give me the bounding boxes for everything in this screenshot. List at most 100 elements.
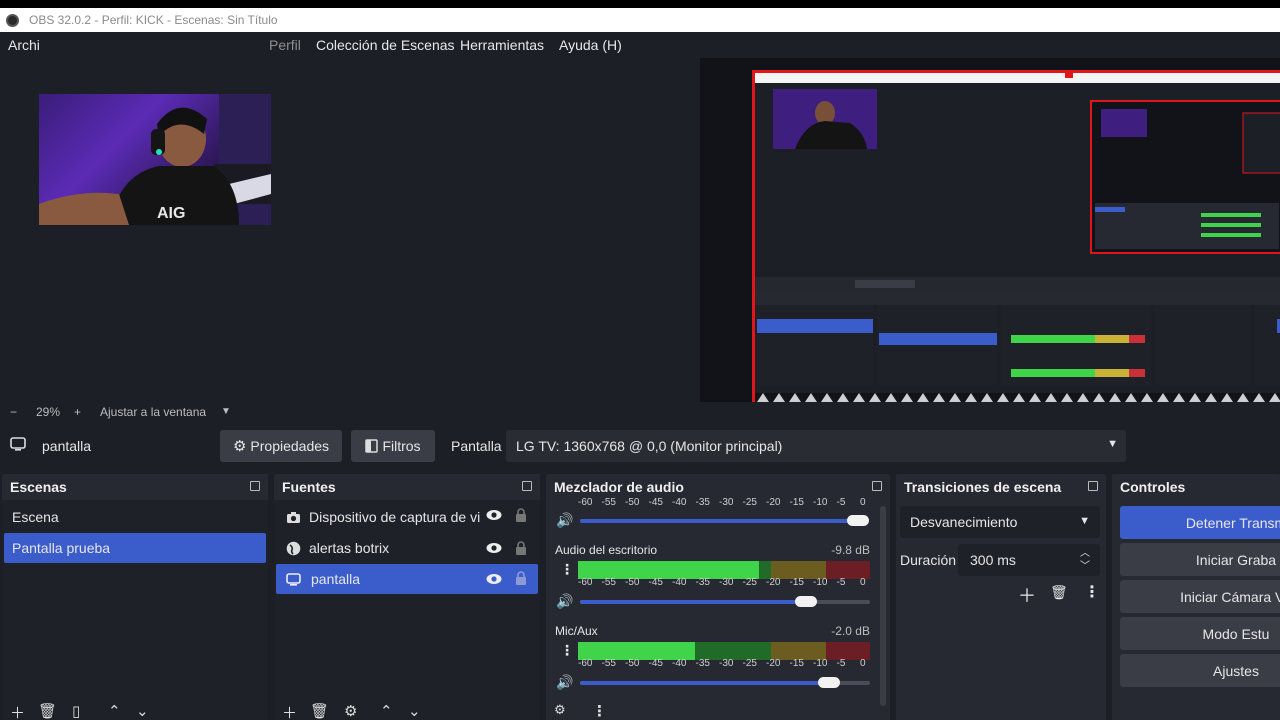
- speaker-icon[interactable]: 🔊: [556, 593, 573, 610]
- settings-button[interactable]: Ajustes: [1120, 654, 1280, 687]
- transition-menu-icon[interactable]: ⋮: [1084, 582, 1100, 602]
- volume-slider-fill: [580, 681, 830, 685]
- menu-tools[interactable]: Herramientas: [460, 37, 544, 53]
- meter-tick-label: -40: [672, 577, 687, 588]
- svg-text:AIG: AIG: [157, 205, 185, 222]
- trash-icon[interactable]: 🗑: [38, 702, 57, 720]
- source-item-label: alertas botrix: [309, 540, 390, 556]
- source-item[interactable]: alertas botrix: [276, 533, 538, 563]
- meter-tick-label: -45: [648, 497, 663, 508]
- meter-tick-label: -60: [578, 658, 593, 669]
- gear-icon[interactable]: ⚙: [344, 702, 357, 720]
- meter-tick-label: -20: [766, 658, 781, 669]
- volume-slider-knob[interactable]: [847, 515, 870, 526]
- move-up-icon[interactable]: ⌃: [380, 702, 393, 720]
- advanced-audio-icon[interactable]: ⚙: [554, 702, 566, 718]
- source-item-selected[interactable]: pantalla: [276, 564, 538, 594]
- scene-item[interactable]: Escena: [4, 502, 266, 532]
- stop-streaming-button[interactable]: Detener Transm: [1120, 506, 1280, 539]
- properties-button[interactable]: ⚙ Propiedades: [220, 430, 342, 462]
- meter-tick-label: -40: [672, 658, 687, 669]
- sources-dock-header: Fuentes: [274, 474, 540, 500]
- add-transition-icon[interactable]: ＋: [1018, 582, 1036, 608]
- eye-icon[interactable]: [486, 542, 502, 554]
- volume-slider-fill: [580, 519, 859, 523]
- scene-filters-icon[interactable]: ▯: [72, 702, 80, 720]
- undock-icon[interactable]: [1088, 481, 1098, 491]
- meter-tick-label: -30: [719, 497, 734, 508]
- trash-icon[interactable]: 🗑: [1050, 584, 1068, 601]
- meter-tick-label: -5: [836, 497, 846, 508]
- meter-tick-label: -60: [578, 497, 593, 508]
- transitions-body: Desvanecimiento ▼ Duración 300 ms ︿ ﹀ ＋ 🗑…: [896, 500, 1106, 720]
- filters-label: Filtros: [382, 438, 421, 454]
- menu-file[interactable]: Archi: [8, 37, 40, 53]
- menu-help[interactable]: Ayuda (H): [559, 37, 622, 53]
- move-down-icon[interactable]: ⌄: [408, 702, 421, 720]
- start-virtual-camera-button[interactable]: Iniciar Cámara Vir: [1120, 580, 1280, 613]
- transitions-title: Transiciones de escena: [904, 479, 1062, 495]
- start-recording-button[interactable]: Iniciar Graba: [1120, 543, 1280, 576]
- zoom-in-button[interactable]: +: [74, 405, 81, 419]
- preview-canvas[interactable]: AIG: [0, 58, 1280, 402]
- meter-tick-label: -60: [578, 577, 593, 588]
- gear-icon: ⚙: [232, 438, 247, 455]
- mixer-scrollbar[interactable]: [880, 506, 886, 706]
- channel-name: Mic/Aux: [555, 624, 598, 638]
- speaker-icon[interactable]: 🔊: [556, 674, 573, 691]
- source-item[interactable]: Dispositivo de captura de vi: [276, 502, 538, 532]
- scenes-dock: Escenas Escena Pantalla prueba ＋ 🗑 ▯ ⌃ ⌄: [2, 474, 268, 720]
- eye-icon[interactable]: [486, 573, 502, 585]
- display-select[interactable]: LG TV: 1360x768 @ 0,0 (Monitor principal…: [506, 430, 1126, 462]
- zoom-out-button[interactable]: −: [10, 405, 17, 419]
- audio-mixer-dock: Mezclador de audio -60 -55 -50 -45 -40 -35 -30…: [546, 474, 890, 720]
- add-scene-icon[interactable]: ＋: [10, 702, 25, 720]
- screen-capture-source: [752, 70, 1280, 402]
- channel-db-level: -2.0 dB: [831, 624, 870, 638]
- sources-title: Fuentes: [282, 479, 336, 495]
- sources-list: Dispositivo de captura de vi alertas bot…: [274, 500, 540, 720]
- stepper-arrows-icon[interactable]: ︿ ﹀: [1080, 547, 1090, 573]
- channel-menu-icon[interactable]: ⋮: [560, 561, 574, 578]
- fit-to-window-option[interactable]: Ajustar a la ventana: [100, 405, 206, 419]
- menu-profile[interactable]: Perfil: [269, 37, 301, 53]
- undock-icon[interactable]: [522, 481, 532, 491]
- lock-icon[interactable]: [515, 508, 527, 523]
- trash-icon[interactable]: 🗑: [310, 702, 329, 720]
- volume-slider-knob[interactable]: [818, 677, 841, 688]
- undock-icon[interactable]: [250, 481, 260, 491]
- scenes-title: Escenas: [10, 479, 67, 495]
- source-toolbar: pantalla ⚙ Propiedades Filtros Pantalla …: [0, 426, 1280, 466]
- chevron-down-icon: ▼: [1079, 515, 1090, 527]
- studio-mode-button[interactable]: Modo Estu: [1120, 617, 1280, 650]
- monitor-icon: [10, 437, 26, 451]
- meter-tick-label: -50: [625, 577, 640, 588]
- meter-tick-label: 0: [860, 497, 866, 508]
- speaker-icon[interactable]: 🔊: [556, 512, 573, 529]
- meter-tick-label: -45: [648, 658, 663, 669]
- transitions-header: Transiciones de escena: [896, 474, 1106, 500]
- channel-menu-icon[interactable]: ⋮: [560, 642, 574, 659]
- duration-stepper[interactable]: 300 ms ︿ ﹀: [958, 544, 1100, 576]
- menu-scene-collection[interactable]: Colección de Escenas: [316, 37, 455, 53]
- lock-icon[interactable]: [515, 541, 527, 556]
- undock-icon[interactable]: [872, 481, 882, 491]
- eye-icon[interactable]: [486, 509, 502, 521]
- filters-button[interactable]: Filtros: [351, 430, 435, 462]
- scene-item-selected[interactable]: Pantalla prueba: [4, 533, 266, 563]
- move-down-icon[interactable]: ⌄: [136, 702, 149, 720]
- meter-tick-label: -25: [742, 497, 757, 508]
- zoom-dropdown-arrow-icon[interactable]: ▼: [221, 406, 231, 417]
- transition-select[interactable]: Desvanecimiento ▼: [900, 506, 1100, 538]
- scenes-list: Escena Pantalla prueba ＋ 🗑 ▯ ⌃ ⌄: [2, 500, 268, 720]
- meter-tick-label: -20: [766, 497, 781, 508]
- meter-tick-label: -25: [742, 658, 757, 669]
- meter-tick-label: -35: [695, 658, 710, 669]
- meter-tick-label: -5: [836, 577, 846, 588]
- lock-icon[interactable]: [515, 571, 527, 586]
- move-up-icon[interactable]: ⌃: [108, 702, 121, 720]
- add-source-icon[interactable]: ＋: [282, 702, 297, 720]
- audio-mixer-body: -60 -55 -50 -45 -40 -35 -30 -25 -20 -15 -10 -5 0 🔊 A…: [546, 497, 890, 720]
- volume-slider-knob[interactable]: [795, 596, 818, 607]
- mixer-menu-icon[interactable]: ⋮: [592, 702, 607, 720]
